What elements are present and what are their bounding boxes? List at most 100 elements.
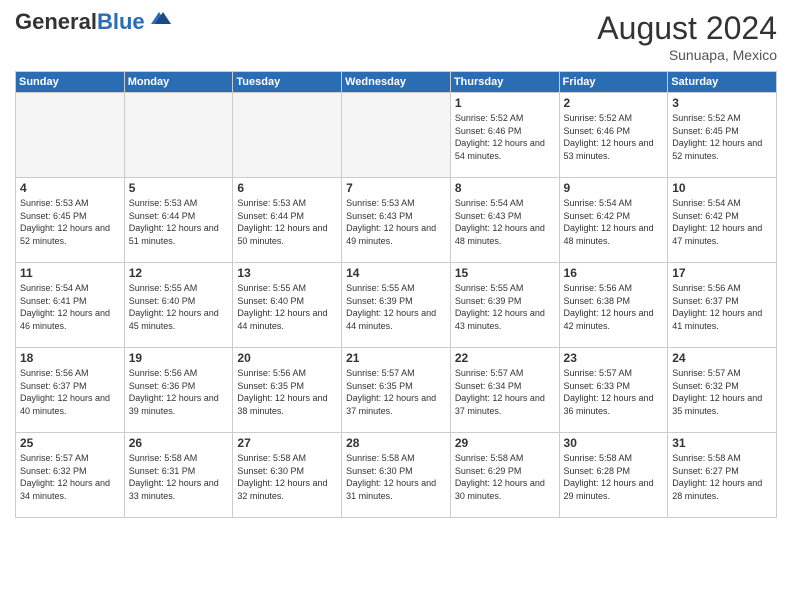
day-cell: 15Sunrise: 5:55 AMSunset: 6:39 PMDayligh… [450,263,559,348]
day-cell: 28 Sunrise: 5:58 AMSunset: 6:30 PMDayligh… [342,433,451,518]
day-info: Sunrise: 5:58 AMSunset: 6:30 PMDaylight:… [346,452,446,502]
day-cell: 18 Sunrise: 5:56 AMSunset: 6:37 PMDayligh… [16,348,125,433]
day-info: Sunrise: 5:56 AMSunset: 6:35 PMDaylight:… [237,367,337,417]
day-info: Sunrise: 5:58 AMSunset: 6:31 PMDaylight:… [129,452,229,502]
day-number: 14 [346,266,446,280]
day-cell: 22 Sunrise: 5:57 AMSunset: 6:34 PMDayligh… [450,348,559,433]
day-cell: 23Sunrise: 5:57 AMSunset: 6:33 PMDayligh… [559,348,668,433]
day-cell: 1 Sunrise: 5:52 AMSunset: 6:46 PMDaylight… [450,93,559,178]
day-cell: 16Sunrise: 5:56 AMSunset: 6:38 PMDayligh… [559,263,668,348]
day-info: Sunrise: 5:58 AMSunset: 6:29 PMDaylight:… [455,452,555,502]
day-cell: 17 Sunrise: 5:56 AMSunset: 6:37 PMDayligh… [668,263,777,348]
header-row: SundayMondayTuesdayWednesdayThursdayFrid… [16,72,777,93]
day-info: Sunrise: 5:57 AMSunset: 6:35 PMDaylight:… [346,367,446,417]
day-info: Sunrise: 5:56 AMSunset: 6:36 PMDaylight:… [129,367,229,417]
day-number: 31 [672,436,772,450]
day-number: 4 [20,181,120,195]
week-row-4: 18 Sunrise: 5:56 AMSunset: 6:37 PMDayligh… [16,348,777,433]
day-info: Sunrise: 5:58 AMSunset: 6:27 PMDaylight:… [672,452,772,502]
day-cell: 5 Sunrise: 5:53 AMSunset: 6:44 PMDaylight… [124,178,233,263]
logo-blue-text: Blue [97,9,145,34]
location: Sunuapa, Mexico [597,47,777,63]
day-cell [342,93,451,178]
day-cell: 24 Sunrise: 5:57 AMSunset: 6:32 PMDayligh… [668,348,777,433]
day-info: Sunrise: 5:55 AMSunset: 6:40 PMDaylight:… [129,282,229,332]
col-header-monday: Monday [124,72,233,93]
day-info: Sunrise: 5:53 AMSunset: 6:45 PMDaylight:… [20,197,120,247]
day-number: 5 [129,181,229,195]
day-info: Sunrise: 5:53 AMSunset: 6:43 PMDaylight:… [346,197,446,247]
day-cell [16,93,125,178]
calendar-container: GeneralBlue August 2024 Sunuapa, Mexico … [0,0,792,612]
day-cell: 19Sunrise: 5:56 AMSunset: 6:36 PMDayligh… [124,348,233,433]
day-number: 2 [564,96,664,110]
day-cell: 11 Sunrise: 5:54 AMSunset: 6:41 PMDayligh… [16,263,125,348]
day-info: Sunrise: 5:57 AMSunset: 6:32 PMDaylight:… [672,367,772,417]
day-number: 22 [455,351,555,365]
day-number: 3 [672,96,772,110]
day-info: Sunrise: 5:53 AMSunset: 6:44 PMDaylight:… [129,197,229,247]
day-cell: 10Sunrise: 5:54 AMSunset: 6:42 PMDayligh… [668,178,777,263]
day-number: 27 [237,436,337,450]
day-number: 11 [20,266,120,280]
day-number: 21 [346,351,446,365]
day-cell: 14 Sunrise: 5:55 AMSunset: 6:39 PMDayligh… [342,263,451,348]
day-info: Sunrise: 5:55 AMSunset: 6:40 PMDaylight:… [237,282,337,332]
col-header-tuesday: Tuesday [233,72,342,93]
day-number: 30 [564,436,664,450]
day-number: 18 [20,351,120,365]
day-cell: 26 Sunrise: 5:58 AMSunset: 6:31 PMDayligh… [124,433,233,518]
day-info: Sunrise: 5:55 AMSunset: 6:39 PMDaylight:… [346,282,446,332]
day-info: Sunrise: 5:54 AMSunset: 6:43 PMDaylight:… [455,197,555,247]
day-cell: 13 Sunrise: 5:55 AMSunset: 6:40 PMDayligh… [233,263,342,348]
day-cell: 30 Sunrise: 5:58 AMSunset: 6:28 PMDayligh… [559,433,668,518]
day-cell [124,93,233,178]
week-row-1: 1 Sunrise: 5:52 AMSunset: 6:46 PMDaylight… [16,93,777,178]
day-info: Sunrise: 5:52 AMSunset: 6:46 PMDaylight:… [455,112,555,162]
day-info: Sunrise: 5:55 AMSunset: 6:39 PMDaylight:… [455,282,555,332]
day-info: Sunrise: 5:54 AMSunset: 6:41 PMDaylight:… [20,282,120,332]
day-info: Sunrise: 5:52 AMSunset: 6:46 PMDaylight:… [564,112,664,162]
day-info: Sunrise: 5:56 AMSunset: 6:37 PMDaylight:… [672,282,772,332]
day-info: Sunrise: 5:56 AMSunset: 6:37 PMDaylight:… [20,367,120,417]
col-header-thursday: Thursday [450,72,559,93]
day-cell: 25 Sunrise: 5:57 AMSunset: 6:32 PMDayligh… [16,433,125,518]
day-number: 20 [237,351,337,365]
logo-icon [147,6,171,30]
day-info: Sunrise: 5:53 AMSunset: 6:44 PMDaylight:… [237,197,337,247]
day-info: Sunrise: 5:57 AMSunset: 6:32 PMDaylight:… [20,452,120,502]
col-header-wednesday: Wednesday [342,72,451,93]
day-number: 9 [564,181,664,195]
day-number: 12 [129,266,229,280]
header: GeneralBlue August 2024 Sunuapa, Mexico [15,10,777,63]
logo: GeneralBlue [15,10,171,34]
day-number: 1 [455,96,555,110]
day-info: Sunrise: 5:54 AMSunset: 6:42 PMDaylight:… [672,197,772,247]
day-number: 28 [346,436,446,450]
day-number: 6 [237,181,337,195]
day-info: Sunrise: 5:56 AMSunset: 6:38 PMDaylight:… [564,282,664,332]
month-title: August 2024 [597,10,777,47]
day-cell: 12 Sunrise: 5:55 AMSunset: 6:40 PMDayligh… [124,263,233,348]
day-cell: 9 Sunrise: 5:54 AMSunset: 6:42 PMDaylight… [559,178,668,263]
day-cell: 2 Sunrise: 5:52 AMSunset: 6:46 PMDaylight… [559,93,668,178]
day-number: 17 [672,266,772,280]
col-header-sunday: Sunday [16,72,125,93]
day-number: 25 [20,436,120,450]
day-info: Sunrise: 5:58 AMSunset: 6:28 PMDaylight:… [564,452,664,502]
col-header-friday: Friday [559,72,668,93]
day-number: 7 [346,181,446,195]
day-info: Sunrise: 5:57 AMSunset: 6:34 PMDaylight:… [455,367,555,417]
day-info: Sunrise: 5:58 AMSunset: 6:30 PMDaylight:… [237,452,337,502]
day-number: 13 [237,266,337,280]
day-cell: 7 Sunrise: 5:53 AMSunset: 6:43 PMDaylight… [342,178,451,263]
day-cell: 8 Sunrise: 5:54 AMSunset: 6:43 PMDaylight… [450,178,559,263]
day-info: Sunrise: 5:54 AMSunset: 6:42 PMDaylight:… [564,197,664,247]
day-number: 24 [672,351,772,365]
day-number: 8 [455,181,555,195]
day-cell [233,93,342,178]
day-number: 26 [129,436,229,450]
day-number: 29 [455,436,555,450]
week-row-2: 4 Sunrise: 5:53 AMSunset: 6:45 PMDaylight… [16,178,777,263]
day-cell: 27 Sunrise: 5:58 AMSunset: 6:30 PMDayligh… [233,433,342,518]
